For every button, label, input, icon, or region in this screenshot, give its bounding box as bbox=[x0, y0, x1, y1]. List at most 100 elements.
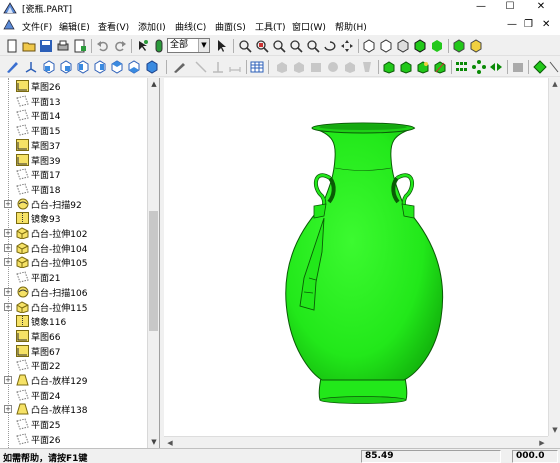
feature-tree-item[interactable]: 平面17 bbox=[0, 167, 148, 181]
menu-help[interactable]: 帮助(H) bbox=[335, 20, 367, 33]
print-icon[interactable] bbox=[73, 39, 87, 53]
feature-tree-item[interactable]: 平面18 bbox=[0, 182, 148, 196]
loft-boss-tool-icon[interactable] bbox=[433, 60, 447, 74]
chevron-down-icon[interactable]: ▼ bbox=[198, 39, 209, 52]
surface-gray-icon[interactable] bbox=[511, 60, 525, 74]
section-view-cube-icon[interactable] bbox=[469, 39, 483, 53]
close-button[interactable]: ✕ bbox=[530, 1, 552, 12]
feature-tree-item[interactable]: 草图26 bbox=[0, 79, 148, 93]
scroll-thumb[interactable] bbox=[149, 211, 158, 331]
menu-edit[interactable]: 编辑(E) bbox=[59, 20, 90, 33]
shaded-edges-cube-icon[interactable] bbox=[413, 39, 427, 53]
top-view-icon[interactable] bbox=[110, 60, 124, 74]
sketch-tool-icon[interactable] bbox=[5, 60, 19, 74]
zoom-selection-icon[interactable] bbox=[306, 39, 320, 53]
extrude-gray-icon[interactable] bbox=[275, 60, 289, 74]
feature-tree-item[interactable]: + 凸台-拉伸102 bbox=[0, 226, 148, 240]
viewport-vertical-scrollbar[interactable]: ▲ ▼ bbox=[548, 78, 560, 436]
feature-tree-scrollbar[interactable]: ▲ ▼ bbox=[147, 78, 159, 448]
feature-tree-item[interactable]: + 凸台-放样138 bbox=[0, 402, 148, 416]
right-view-icon[interactable] bbox=[93, 60, 107, 74]
line-tool-icon[interactable] bbox=[194, 60, 208, 74]
menu-view[interactable]: 查看(V) bbox=[98, 20, 129, 33]
scroll-down-icon[interactable]: ▼ bbox=[549, 424, 560, 436]
expand-toggle-icon[interactable]: + bbox=[4, 302, 12, 311]
menu-window[interactable]: 窗口(W) bbox=[292, 20, 326, 33]
select-filter-icon[interactable] bbox=[136, 39, 150, 53]
hidden-lines-cube-icon[interactable] bbox=[379, 39, 393, 53]
feature-tree-item[interactable]: + 凸台-拉伸115 bbox=[0, 300, 148, 314]
redo-icon[interactable] bbox=[113, 39, 127, 53]
shell-gray-icon[interactable] bbox=[360, 60, 374, 74]
scroll-up-icon[interactable]: ▲ bbox=[549, 78, 560, 90]
isometric-view-icon[interactable] bbox=[145, 60, 159, 74]
table-grid-icon[interactable] bbox=[250, 60, 264, 74]
viewport-horizontal-scrollbar[interactable]: ◀ ▶ bbox=[164, 436, 548, 448]
feature-tree-item[interactable]: 平面15 bbox=[0, 123, 148, 137]
zoom-area-icon[interactable] bbox=[255, 39, 269, 53]
doc-close-button[interactable]: ✕ bbox=[542, 19, 550, 30]
fillet-gray-icon[interactable] bbox=[326, 60, 340, 74]
feature-tree-item[interactable]: 平面22 bbox=[0, 358, 148, 372]
hidden-removed-cube-icon[interactable] bbox=[396, 39, 410, 53]
feature-tree-item[interactable]: 平面13 bbox=[0, 94, 148, 108]
select-arrow-icon[interactable] bbox=[214, 39, 228, 53]
expand-toggle-icon[interactable]: + bbox=[4, 258, 12, 267]
feature-tree-item[interactable]: + 凸台-扫描106 bbox=[0, 285, 148, 299]
document-icon[interactable] bbox=[3, 19, 15, 34]
menu-insert[interactable]: 添加(I) bbox=[138, 20, 166, 33]
feature-tree-item[interactable]: + 凸台-扫描92 bbox=[0, 197, 148, 211]
scroll-up-icon[interactable]: ▲ bbox=[148, 78, 159, 90]
undo-icon[interactable] bbox=[96, 39, 110, 53]
bottom-view-icon[interactable] bbox=[127, 60, 141, 74]
expand-toggle-icon[interactable]: + bbox=[4, 243, 12, 252]
menu-surface[interactable]: 曲面(S) bbox=[215, 20, 246, 33]
feature-tree-item[interactable]: 草图67 bbox=[0, 344, 148, 358]
feature-tree-item[interactable]: 草图66 bbox=[0, 329, 148, 343]
menu-tools[interactable]: 工具(T) bbox=[255, 20, 286, 33]
feature-tree-item[interactable]: + 凸台-拉伸105 bbox=[0, 255, 148, 269]
revolve-gray-icon[interactable] bbox=[292, 60, 306, 74]
open-folder-icon[interactable] bbox=[22, 39, 36, 53]
rebuild-icon[interactable] bbox=[152, 39, 166, 53]
maximize-button[interactable]: ☐ bbox=[499, 1, 521, 12]
feature-tree-item[interactable]: 平面26 bbox=[0, 432, 148, 446]
minimize-button[interactable]: — bbox=[470, 1, 492, 12]
circular-pattern-icon[interactable] bbox=[472, 60, 486, 74]
extrude-boss-tool-icon[interactable] bbox=[382, 60, 396, 74]
dimension-icon[interactable] bbox=[228, 60, 242, 74]
feature-tree-item[interactable]: + 凸台-拉伸104 bbox=[0, 241, 148, 255]
expand-toggle-icon[interactable]: + bbox=[4, 229, 12, 237]
feature-tree-item[interactable]: 平面14 bbox=[0, 108, 148, 122]
zoom-fit-icon[interactable] bbox=[238, 39, 252, 53]
save-icon[interactable] bbox=[39, 39, 53, 53]
feature-tree-item[interactable]: 平面25 bbox=[0, 417, 148, 431]
expand-toggle-icon[interactable]: + bbox=[4, 376, 12, 384]
reference-geometry-icon[interactable] bbox=[533, 60, 547, 74]
shaded-cube-icon[interactable] bbox=[430, 39, 444, 53]
sweep-boss-tool-icon[interactable] bbox=[416, 60, 430, 74]
feature-tree-item[interactable]: 镜象116 bbox=[0, 314, 148, 328]
scroll-down-icon[interactable]: ▼ bbox=[148, 436, 159, 448]
feature-tree-item[interactable]: 草图39 bbox=[0, 153, 148, 167]
perpendicular-icon[interactable] bbox=[211, 60, 225, 74]
chamfer-gray-icon[interactable] bbox=[343, 60, 357, 74]
feature-tree-item[interactable]: + 凸台-放样129 bbox=[0, 373, 148, 387]
feature-tree-item[interactable]: 平面21 bbox=[0, 270, 148, 284]
doc-restore-button[interactable]: ❐ bbox=[524, 19, 533, 30]
revolve-boss-tool-icon[interactable] bbox=[399, 60, 413, 74]
zoom-out-icon[interactable] bbox=[289, 39, 303, 53]
doc-minimize-button[interactable]: — bbox=[507, 19, 517, 30]
front-view-icon[interactable] bbox=[42, 60, 56, 74]
menu-curve[interactable]: 曲线(C) bbox=[175, 20, 206, 33]
vase-model[interactable] bbox=[164, 78, 548, 436]
expand-toggle-icon[interactable]: + bbox=[4, 287, 12, 296]
view-orientation-icon[interactable] bbox=[24, 60, 38, 74]
mirror-tool-icon[interactable] bbox=[489, 60, 503, 74]
feature-tree-item[interactable]: 草图37 bbox=[0, 138, 148, 152]
wireframe-cube-icon[interactable] bbox=[362, 39, 376, 53]
rotate-view-icon[interactable] bbox=[323, 39, 337, 53]
selection-filter-dropdown[interactable]: 全部 ▼ bbox=[167, 38, 210, 53]
new-file-icon[interactable] bbox=[5, 39, 19, 53]
expand-toggle-icon[interactable]: + bbox=[4, 405, 12, 414]
